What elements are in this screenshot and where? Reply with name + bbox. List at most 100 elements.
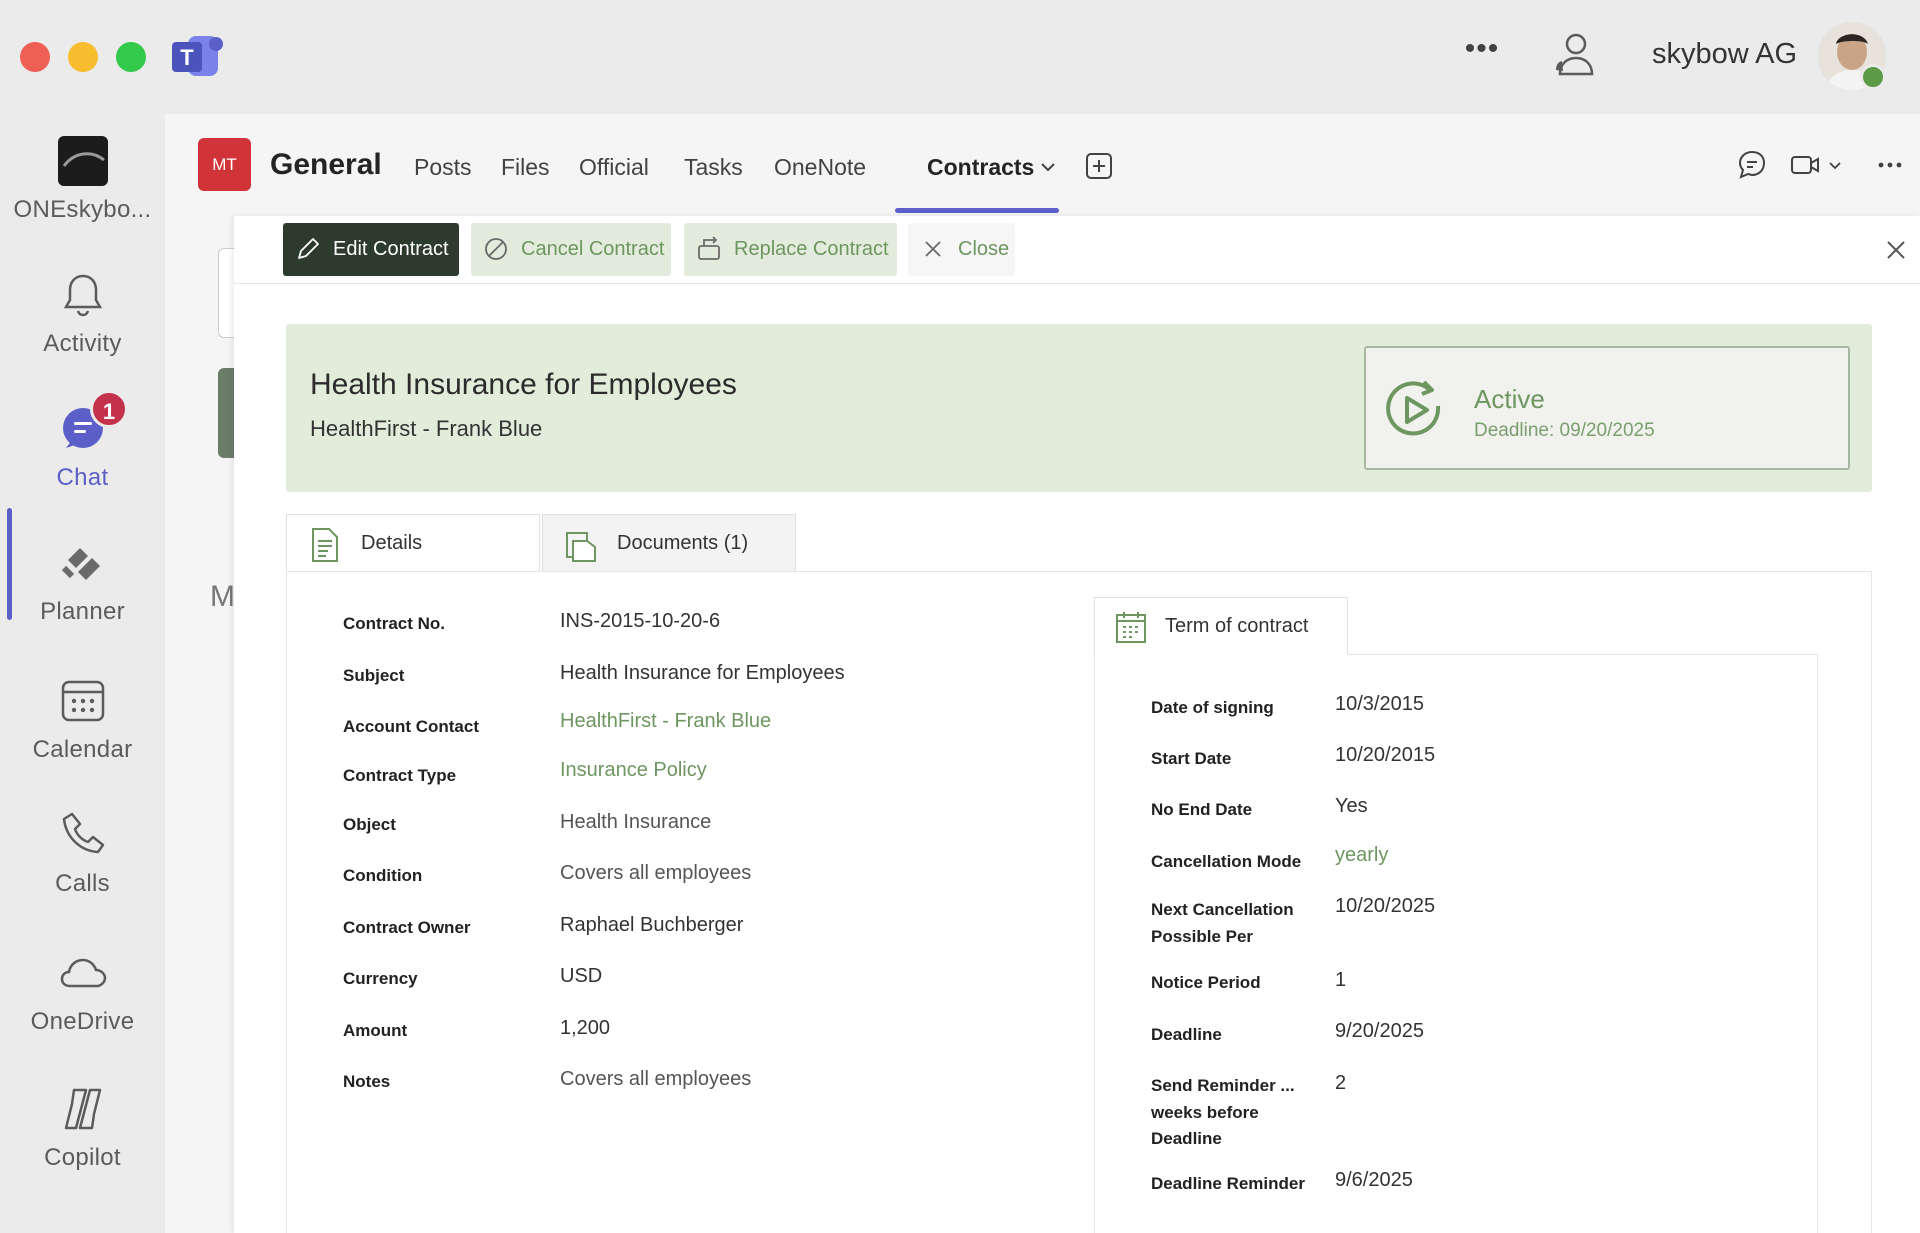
close-window-button[interactable] [20,42,50,72]
more-options-icon[interactable] [1875,148,1905,182]
active-status-icon [1386,380,1441,436]
field-label-currency: Currency [343,969,418,988]
term-of-contract-header: Term of contract [1094,597,1348,655]
maximize-window-button[interactable] [116,42,146,72]
field-label-date-of-signing: Date of signing [1151,698,1274,717]
cancel-icon [485,238,507,260]
rail-item-label: Chat [56,464,109,491]
rail-item-label: OneDrive [30,1008,135,1035]
replace-contract-button[interactable]: Replace Contract [684,223,897,276]
tab-details-label: Details [361,532,423,554]
rail-item-label: Calls [55,870,110,897]
teams-logo-icon: T [172,36,223,76]
field-label-condition: Condition [343,866,423,885]
status-card: Active Deadline: 09/20/2025 [1364,346,1850,470]
selected-tab-indicator [895,208,1059,213]
add-tab-icon[interactable] [1085,152,1113,180]
field-value-currency: USD [560,965,603,987]
edit-contract-button[interactable]: Edit Contract [283,223,459,276]
calendar-icon [1116,612,1146,643]
rail-item-label: Activity [43,330,122,357]
rail-item-copilot[interactable]: Copilot [0,1084,165,1204]
more-options-icon[interactable]: ••• [1462,34,1502,74]
contract-toolbar: Edit Contract Cancel Contract Replace Co… [234,216,1920,284]
field-value-deadline-reminder: 9/6/2025 [1335,1169,1413,1191]
field-value-object: Health Insurance [560,811,712,833]
planner-icon [61,548,100,580]
field-value-send-reminder: 2 [1335,1072,1347,1094]
organization-name[interactable]: skybow AG [1652,38,1797,71]
field-value-date-of-signing: 10/3/2015 [1335,693,1424,715]
field-value-notes: Covers all employees [560,1068,752,1090]
rail-item-planner[interactable]: Planner [0,538,165,658]
cancel-contract-label: Cancel Contract [521,238,665,260]
available-status-icon [1860,64,1886,90]
tab-tasks[interactable]: Tasks [684,154,743,181]
app-rail: ONEskybo... Activity 1 Chat Planner Cale… [0,114,165,1233]
field-label-subject: Subject [343,666,405,685]
cancel-contract-button[interactable]: Cancel Contract [471,223,671,276]
field-label-notes: Notes [343,1072,391,1091]
field-label-send-reminder-line2: weeks before [1151,1103,1259,1122]
phone-icon [62,812,105,854]
video-call-icon[interactable] [1789,148,1821,182]
edit-contract-label: Edit Contract [333,238,449,260]
rail-item-calendar[interactable]: Calendar [0,676,165,796]
field-value-no-end-date: Yes [1335,795,1368,817]
document-icon [312,528,338,562]
tab-details[interactable]: Details [286,514,540,572]
rail-item-oneskybow[interactable]: ONEskybo... [0,136,165,256]
calendar-icon [61,680,105,722]
field-label-next-cancellation: Next Cancellation [1151,900,1294,919]
rail-item-onedrive[interactable]: OneDrive [0,948,165,1068]
rail-item-calls[interactable]: Calls [0,810,165,930]
field-label-send-reminder: Send Reminder ... [1151,1076,1295,1095]
field-value-next-cancellation: 10/20/2025 [1335,895,1436,917]
field-value-notice-period: 1 [1335,969,1347,991]
tab-files[interactable]: Files [501,154,550,181]
copilot-icon [64,1088,102,1130]
cancellation-mode-link[interactable]: yearly [1335,844,1388,867]
conversation-icon[interactable] [1736,148,1768,182]
field-value-deadline: 9/20/2025 [1335,1020,1424,1042]
close-contract-button[interactable]: Close [908,223,1015,276]
team-avatar[interactable]: MT [198,138,251,191]
close-icon [925,241,941,257]
people-icon[interactable] [1552,30,1598,80]
chevron-down-icon[interactable] [1039,158,1057,176]
rail-item-chat[interactable]: 1 Chat [0,390,165,524]
rail-item-label: ONEskybo... [13,196,152,223]
field-label-deadline-reminder: Deadline Reminder [1151,1174,1305,1193]
rail-item-activity[interactable]: Activity [0,270,165,390]
rail-item-label: Planner [40,598,125,625]
tab-contracts[interactable]: Contracts [927,154,1034,181]
field-label-cancellation-mode: Cancellation Mode [1151,852,1302,871]
minimize-window-button[interactable] [68,42,98,72]
status-label: Active [1474,384,1545,414]
tab-onenote[interactable]: OneNote [774,154,866,181]
close-icon[interactable] [1884,238,1908,262]
field-value-contract-no: INS-2015-10-20-6 [560,610,721,632]
field-label-notice-period: Notice Period [1151,973,1261,992]
chevron-down-icon[interactable] [1827,158,1843,174]
tab-official[interactable]: Official [579,154,649,181]
channel-header: MT General Posts Files Official Tasks On… [165,114,1920,214]
field-label-no-end-date: No End Date [1151,800,1253,819]
field-label-send-reminder-line3: Deadline [1151,1129,1222,1148]
contract-type-link[interactable]: Insurance Policy [560,759,707,782]
field-value-amount: 1,200 [560,1017,611,1039]
field-value-start-date: 10/20/2015 [1335,744,1436,766]
term-of-contract-title: Term of contract [1165,615,1309,637]
rail-item-label: Copilot [44,1144,121,1171]
tab-documents[interactable]: Documents (1) [542,514,796,572]
account-contact-link[interactable]: HealthFirst - Frank Blue [560,710,771,733]
tab-posts[interactable]: Posts [414,154,472,181]
bell-icon [63,274,103,317]
svg-text:T: T [180,45,194,70]
documents-icon [566,532,596,562]
field-label-contract-no: Contract No. [343,614,445,633]
replace-icon [698,236,720,260]
field-label-object: Object [343,815,396,834]
field-label-contract-type: Contract Type [343,766,457,785]
contract-title: Health Insurance for Employees [310,368,737,401]
